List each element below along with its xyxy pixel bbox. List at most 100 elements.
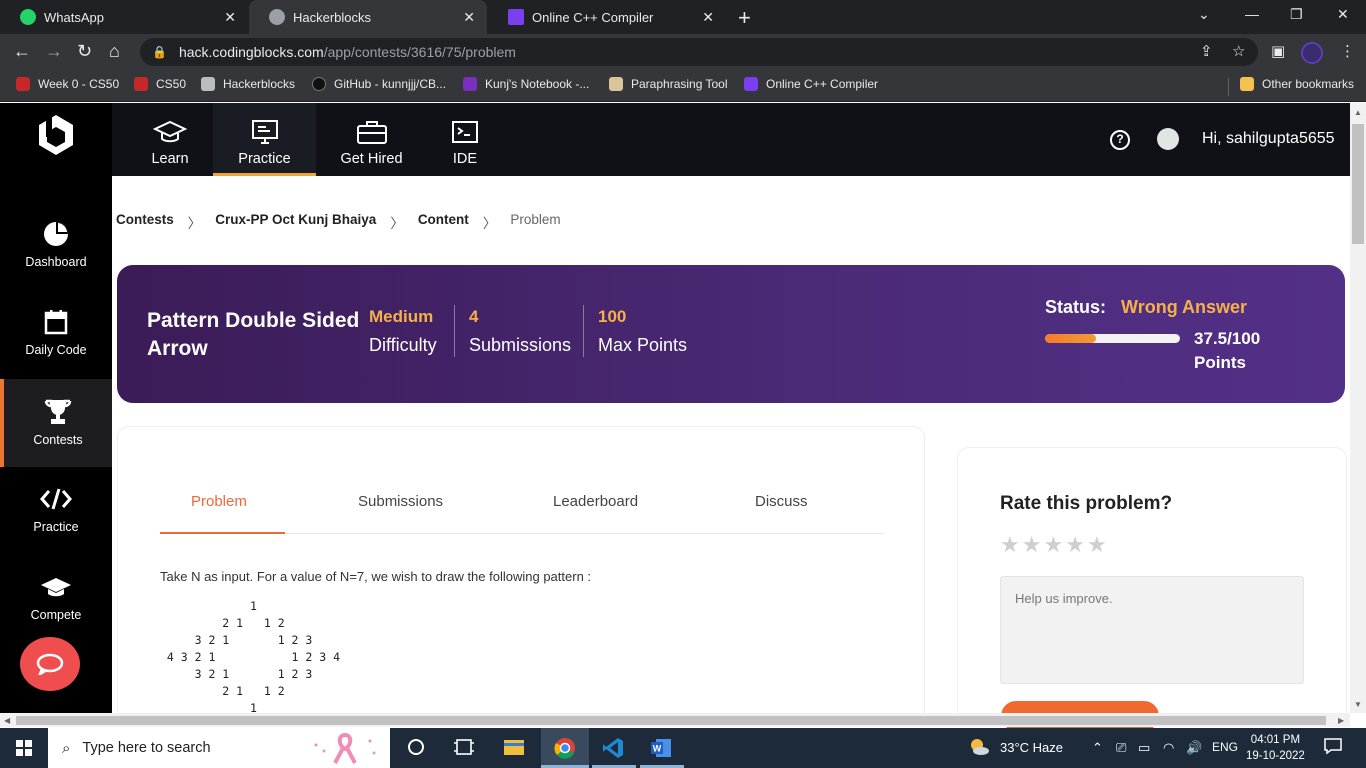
meet-now-icon[interactable]: ⎚ — [1116, 740, 1126, 756]
show-hidden-icons[interactable]: ⌃ — [1092, 740, 1103, 756]
breadcrumb-contest[interactable]: Crux-PP Oct Kunj Bhaiya — [215, 212, 376, 232]
menu-icon[interactable]: ⋮ — [1340, 42, 1355, 60]
bookmark-item[interactable]: Online C++ Compiler — [744, 77, 878, 91]
bookmark-star-icon[interactable]: ☆ — [1232, 42, 1245, 60]
reload-icon[interactable]: ↻ — [77, 41, 92, 62]
tab-hackerblocks[interactable]: Hackerblocks ✕ — [249, 0, 487, 34]
profile-avatar[interactable] — [1301, 42, 1323, 64]
divider — [583, 305, 584, 357]
scroll-down-icon[interactable]: ▼ — [1354, 700, 1362, 709]
close-tab-icon[interactable]: ✕ — [463, 9, 475, 26]
tab-search-icon[interactable]: ⌄ — [1198, 6, 1210, 23]
vertical-scroll-thumb[interactable] — [1352, 124, 1364, 244]
score-value: 37.5/100 — [1194, 329, 1261, 348]
help-icon[interactable]: ? — [1110, 130, 1130, 150]
breadcrumb-contests[interactable]: Contests — [116, 212, 174, 232]
widgets-icon[interactable] — [453, 737, 475, 759]
taskbar-search[interactable]: ⌕ Type here to search — [48, 728, 390, 768]
file-explorer-icon[interactable] — [503, 737, 525, 759]
breadcrumb-content[interactable]: Content — [418, 212, 469, 232]
sidebar-item-dashboard[interactable]: Dashboard — [0, 201, 112, 289]
tab-whatsapp[interactable]: WhatsApp ✕ — [0, 0, 248, 34]
back-icon[interactable]: ← — [13, 41, 31, 62]
chrome-icon[interactable] — [554, 737, 576, 759]
tab-discuss[interactable]: Discuss — [755, 493, 808, 510]
language-indicator[interactable]: ENG — [1212, 740, 1238, 754]
star-icon[interactable]: ★ — [1043, 534, 1063, 556]
task-view-icon[interactable] — [406, 737, 428, 759]
bookmark-item[interactable]: Hackerblocks — [201, 77, 295, 91]
sidebar-item-label: Daily Code — [25, 343, 87, 357]
weather-icon[interactable] — [968, 737, 990, 760]
sidebar-item-compete[interactable]: Compete — [0, 554, 112, 642]
chat-bubble-icon — [36, 653, 64, 675]
clock[interactable]: 04:01 PM 19-10-2022 — [1246, 732, 1305, 764]
cs50-icon — [134, 77, 148, 91]
other-bookmarks[interactable]: Other bookmarks — [1240, 77, 1354, 91]
status-value: Wrong Answer — [1121, 297, 1248, 317]
share-icon[interactable]: ⇪ — [1200, 42, 1213, 60]
sidebar-item-label: Dashboard — [25, 255, 87, 269]
nav-get-hired[interactable]: Get Hired — [324, 103, 419, 176]
paraphrasing-icon — [609, 77, 623, 91]
feedback-input[interactable] — [1000, 576, 1304, 684]
nav-ide[interactable]: IDE — [432, 103, 498, 176]
nav-practice[interactable]: Practice — [213, 103, 316, 176]
bookmark-item[interactable]: CS50 — [134, 77, 186, 91]
tab-leaderboard[interactable]: Leaderboard — [553, 493, 638, 510]
close-tab-icon[interactable]: ✕ — [224, 9, 236, 26]
star-icon[interactable]: ★ — [1087, 534, 1107, 556]
new-tab-button[interactable]: + — [738, 5, 751, 31]
active-tab-indicator — [160, 532, 285, 534]
home-icon[interactable]: ⌂ — [109, 41, 120, 62]
close-window-button[interactable]: ✕ — [1337, 6, 1349, 23]
submissions-value: 4 — [469, 307, 479, 326]
wifi-icon[interactable]: ◠ — [1163, 740, 1174, 756]
volume-icon[interactable]: 🔊 — [1186, 740, 1202, 756]
star-icon[interactable]: ★ — [1022, 534, 1042, 556]
windows-start-icon[interactable] — [16, 740, 32, 756]
bookmark-item[interactable]: Kunj's Notebook -... — [463, 77, 589, 91]
chat-button[interactable] — [20, 637, 80, 691]
star-rating[interactable]: ★ ★ ★ ★ ★ — [1000, 534, 1109, 556]
rating-card: Rate this problem? ★ ★ ★ ★ ★ — [957, 447, 1347, 731]
nav-learn[interactable]: Learn — [124, 103, 216, 176]
bookmark-label: Other bookmarks — [1262, 77, 1355, 91]
side-panel-icon[interactable]: ▣ — [1271, 42, 1285, 60]
tab-online-compiler[interactable]: Online C++ Compiler ✕ — [488, 0, 726, 34]
restore-button[interactable]: ❐ — [1290, 6, 1303, 23]
scroll-left-icon[interactable]: ◀ — [4, 716, 10, 725]
avatar[interactable] — [1157, 128, 1179, 150]
bookmark-item[interactable]: Paraphrasing Tool — [609, 77, 728, 91]
tab-submissions[interactable]: Submissions — [358, 493, 443, 510]
sidebar-item-daily-code[interactable]: Daily Code — [0, 289, 112, 377]
notifications-icon[interactable] — [1324, 737, 1342, 758]
tab-title: Hackerblocks — [293, 9, 372, 25]
word-icon[interactable]: W — [650, 737, 672, 759]
scroll-up-icon[interactable]: ▲ — [1354, 108, 1362, 117]
url-input[interactable]: 🔒 hack.codingblocks.com /app/contests/36… — [140, 38, 1258, 66]
weather-text[interactable]: 33°C Haze — [1000, 740, 1063, 755]
horizontal-scroll-thumb[interactable] — [16, 716, 1326, 725]
scroll-right-icon[interactable]: ▶ — [1338, 716, 1344, 725]
code-icon — [0, 484, 112, 514]
star-icon[interactable]: ★ — [1065, 534, 1085, 556]
sidebar-item-contests[interactable]: Contests — [0, 379, 112, 467]
breadcrumb: Contests 〉 Crux-PP Oct Kunj Bhaiya 〉 Con… — [116, 212, 575, 232]
user-greeting[interactable]: Hi, sahilgupta5655 — [1202, 130, 1335, 148]
vscode-icon[interactable] — [602, 737, 624, 759]
sidebar-item-practice[interactable]: Practice — [0, 466, 112, 554]
battery-icon[interactable]: ▭ — [1138, 740, 1150, 756]
bookmark-item[interactable]: Week 0 - CS50 — [16, 77, 119, 91]
max-points-value: 100 — [598, 307, 627, 326]
browser-tab-bar: WhatsApp ✕ Hackerblocks ✕ Online C++ Com… — [0, 0, 1366, 34]
terminal-icon — [432, 115, 498, 145]
tab-problem[interactable]: Problem — [191, 493, 247, 510]
star-icon[interactable]: ★ — [1000, 534, 1020, 556]
forward-icon[interactable]: → — [45, 41, 63, 62]
close-tab-icon[interactable]: ✕ — [702, 9, 714, 26]
codingblocks-logo[interactable] — [36, 113, 76, 157]
compiler-icon — [508, 9, 524, 25]
minimize-button[interactable]: — — [1245, 6, 1259, 22]
bookmark-item[interactable]: GitHub - kunnjjj/CB... — [312, 77, 446, 91]
